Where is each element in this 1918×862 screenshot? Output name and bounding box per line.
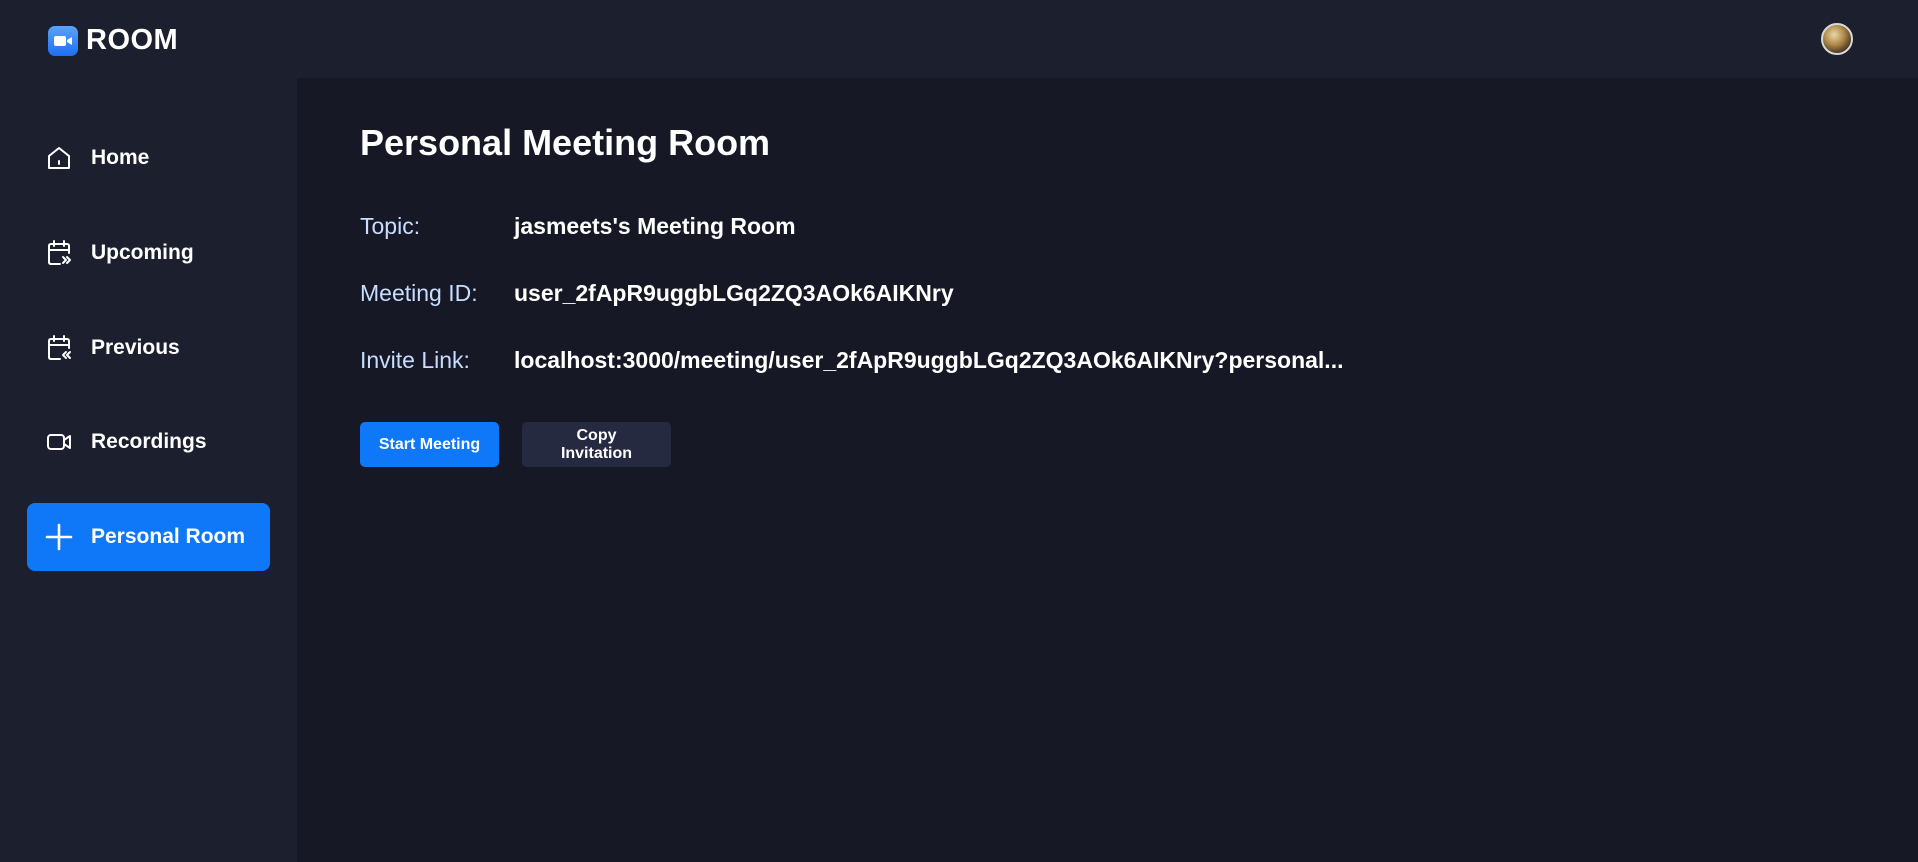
video-camera-logo-icon: [48, 25, 78, 56]
sidebar-item-label: Personal Room: [91, 525, 246, 548]
home-icon: [45, 144, 73, 172]
topic-row: Topic: jasmeets's Meeting Room: [360, 213, 796, 240]
sidebar-item-label: Upcoming: [91, 241, 194, 264]
topic-label: Topic:: [360, 213, 421, 239]
video-icon: [45, 428, 73, 456]
meeting-id-row: Meeting ID: user_2fApR9uggbLGq2ZQ3AOk6AI…: [360, 280, 954, 307]
brand-name: ROOM: [86, 24, 179, 56]
sidebar-item-upcoming[interactable]: Upcoming: [27, 219, 270, 287]
main-content: Personal Meeting Room Topic: jasmeets's …: [297, 78, 1918, 862]
invite-link-row: Invite Link: localhost:3000/meeting/user…: [360, 347, 1343, 374]
topic-value: jasmeets's Meeting Room: [514, 213, 796, 239]
sidebar-item-home[interactable]: Home: [27, 124, 270, 192]
plus-icon: [45, 523, 73, 551]
sidebar-item-previous[interactable]: Previous: [27, 314, 270, 382]
sidebar-item-personal-room[interactable]: Personal Room: [27, 503, 270, 571]
meeting-id-value: user_2fApR9uggbLGq2ZQ3AOk6AIKNry: [514, 280, 954, 306]
start-meeting-button[interactable]: Start Meeting: [360, 422, 499, 467]
copy-invitation-button[interactable]: Copy Invitation: [522, 422, 671, 467]
calendar-back-icon: [45, 334, 73, 362]
invite-link-label: Invite Link:: [360, 347, 470, 373]
sidebar-item-label: Recordings: [91, 430, 207, 453]
sidebar-item-label: Home: [91, 146, 150, 169]
brand-link[interactable]: ROOM: [48, 24, 178, 57]
calendar-forward-icon: [45, 239, 73, 267]
sidebar: Home Upcoming Previous Recordings Person…: [0, 78, 297, 862]
page-title: Personal Meeting Room: [360, 122, 771, 163]
top-navbar: ROOM: [0, 0, 1918, 78]
invite-link-value: localhost:3000/meeting/user_2fApR9uggbLG…: [514, 347, 1344, 373]
meeting-id-label: Meeting ID:: [360, 280, 478, 306]
sidebar-item-recordings[interactable]: Recordings: [27, 408, 270, 476]
sidebar-item-label: Previous: [91, 336, 180, 359]
user-avatar[interactable]: [1821, 23, 1853, 55]
